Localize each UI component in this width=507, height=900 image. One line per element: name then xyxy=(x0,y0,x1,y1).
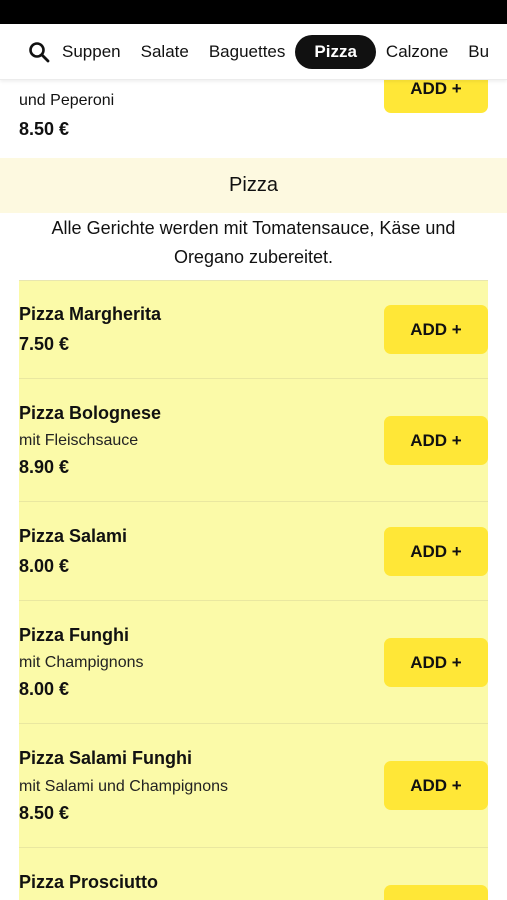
add-to-cart-button[interactable]: ADD + xyxy=(384,527,488,576)
menu-item: Pizza Bolognese mit Fleischsauce 8.90 € … xyxy=(19,379,488,502)
item-price: 8.00 € xyxy=(19,556,70,576)
search-icon xyxy=(29,41,50,62)
item-description: mit Salami und Champignons xyxy=(19,778,228,795)
menu-item: Pizza Prosciutto xyxy=(19,848,488,900)
add-to-cart-button[interactable]: ADD + xyxy=(384,761,488,810)
menu-item: Pizza Salami Funghi mit Salami und Champ… xyxy=(19,724,488,848)
category-nav: Suppen Salate Baguettes Pizza Calzone Bu xyxy=(0,24,507,80)
menu-item: Pizza Funghi mit Champignons 8.00 € ADD … xyxy=(19,601,488,724)
item-description: mit Fleischsauce xyxy=(19,432,139,449)
category-tab-more[interactable]: Bu xyxy=(458,35,499,69)
search-button[interactable] xyxy=(0,24,52,79)
category-tab-pizza[interactable]: Pizza xyxy=(295,34,376,69)
category-tab-suppen[interactable]: Suppen xyxy=(52,35,131,69)
item-price: 8.50 € xyxy=(19,119,70,139)
add-to-cart-button[interactable] xyxy=(384,885,488,900)
section-description: Alle Gerichte werden mit Tomatensauce, K… xyxy=(51,218,456,267)
add-to-cart-button[interactable]: ADD + xyxy=(384,305,488,354)
menu-item-list: Pizza Margherita 7.50 € ADD + Pizza Bolo… xyxy=(19,280,488,900)
item-name: Pizza Salami Funghi xyxy=(19,748,193,768)
menu-item: Pizza Margherita 7.50 € ADD + xyxy=(19,280,488,379)
category-tab-baguettes[interactable]: Baguettes xyxy=(199,35,296,69)
category-tab-salate[interactable]: Salate xyxy=(131,35,199,69)
item-name: Pizza Margherita xyxy=(19,304,162,324)
menu-item: Pizza Salami 8.00 € ADD + xyxy=(19,502,488,601)
item-price: 8.00 € xyxy=(19,679,70,699)
status-bar xyxy=(0,0,507,24)
add-to-cart-button[interactable]: ADD + xyxy=(384,638,488,687)
item-price: 7.50 € xyxy=(19,334,70,354)
item-description: und Peperoni xyxy=(19,92,115,109)
item-price: 8.50 € xyxy=(19,803,70,823)
item-name: Pizza Prosciutto xyxy=(19,872,159,892)
item-name: Pizza Funghi xyxy=(19,625,129,645)
item-price: 8.90 € xyxy=(19,457,70,477)
item-name: Pizza Bolognese xyxy=(19,403,162,423)
section-title: Pizza xyxy=(0,158,507,213)
add-to-cart-button[interactable]: ADD + xyxy=(384,416,488,465)
item-description: mit Champignons xyxy=(19,654,144,671)
item-name: Pizza Salami xyxy=(19,526,128,546)
category-tab-calzone[interactable]: Calzone xyxy=(376,35,458,69)
